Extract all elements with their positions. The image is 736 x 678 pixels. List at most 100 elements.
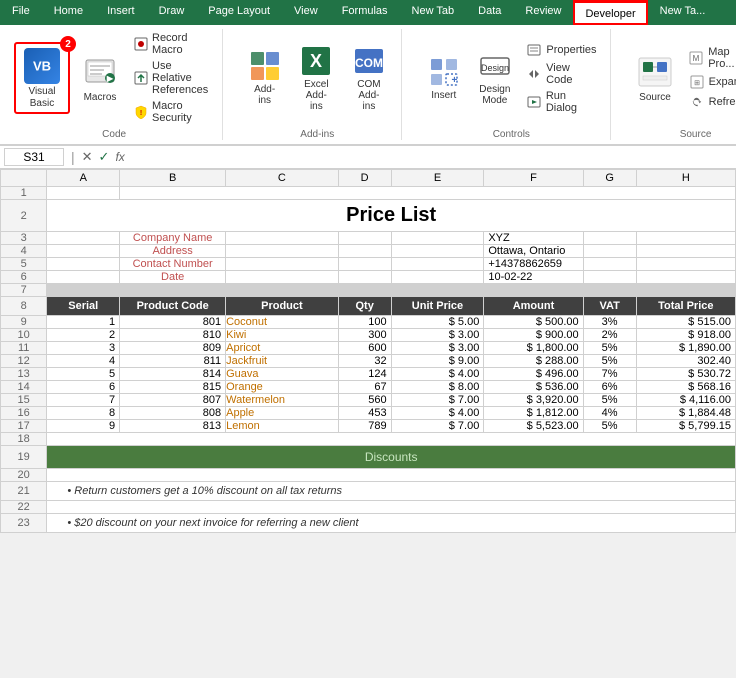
cell-product-1[interactable]: Coconut: [226, 316, 339, 329]
cell-total-7[interactable]: $ 4,116.00: [636, 394, 735, 407]
cell-total-3[interactable]: $ 1,890.00: [636, 342, 735, 355]
cell-code-6[interactable]: 815: [120, 381, 226, 394]
cell-c5[interactable]: [226, 258, 339, 271]
header-amount[interactable]: Amount: [484, 297, 583, 316]
cell-e6[interactable]: [391, 271, 484, 284]
col-header-f[interactable]: F: [484, 170, 583, 187]
cell-reference[interactable]: [4, 148, 64, 166]
cell-g6[interactable]: [583, 271, 636, 284]
row-7-cells[interactable]: [47, 284, 736, 297]
col-header-c[interactable]: C: [226, 170, 339, 187]
cell-amount-7[interactable]: $ 3,920.00: [484, 394, 583, 407]
macros-button[interactable]: ▶ Macros: [74, 50, 126, 106]
cell-serial-4[interactable]: 4: [47, 355, 120, 368]
col-header-d[interactable]: D: [338, 170, 391, 187]
cell-a4[interactable]: [47, 245, 120, 258]
tab-draw[interactable]: Draw: [147, 0, 197, 25]
cell-d5[interactable]: [338, 258, 391, 271]
row-22-cells[interactable]: [47, 501, 736, 514]
date-value[interactable]: 10-02-22: [484, 271, 583, 284]
cell-price-1[interactable]: $ 5.00: [391, 316, 484, 329]
cell-product-2[interactable]: Kiwi: [226, 329, 339, 342]
col-header-e[interactable]: E: [391, 170, 484, 187]
tab-review[interactable]: Review: [513, 0, 573, 25]
com-addins-button[interactable]: COM COMAdd-ins: [345, 41, 394, 116]
cell-vat-4[interactable]: 5%: [583, 355, 636, 368]
fx-icon[interactable]: fx: [115, 150, 124, 164]
cell-code-8[interactable]: 808: [120, 407, 226, 420]
col-header-g[interactable]: G: [583, 170, 636, 187]
cell-total-4[interactable]: 302.40: [636, 355, 735, 368]
use-relative-button[interactable]: Use Relative References: [130, 59, 214, 97]
cell-price-6[interactable]: $ 8.00: [391, 381, 484, 394]
cell-vat-6[interactable]: 6%: [583, 381, 636, 394]
cell-total-5[interactable]: $ 530.72: [636, 368, 735, 381]
col-header-h[interactable]: H: [636, 170, 735, 187]
cell-code-3[interactable]: 809: [120, 342, 226, 355]
cell-code-9[interactable]: 813: [120, 420, 226, 433]
cell-d3[interactable]: [338, 232, 391, 245]
cell-price-8[interactable]: $ 4.00: [391, 407, 484, 420]
header-total[interactable]: Total Price: [636, 297, 735, 316]
cell-vat-5[interactable]: 7%: [583, 368, 636, 381]
cell-serial-6[interactable]: 6: [47, 381, 120, 394]
source-button[interactable]: Source: [629, 50, 680, 107]
cell-serial-5[interactable]: 5: [47, 368, 120, 381]
cell-e4[interactable]: [391, 245, 484, 258]
contact-value[interactable]: +14378862659: [484, 258, 583, 271]
run-dialog-button[interactable]: Run Dialog: [522, 89, 602, 115]
company-name-value[interactable]: XYZ: [484, 232, 583, 245]
addins-button[interactable]: Add-ins: [241, 46, 288, 110]
header-serial[interactable]: Serial: [47, 297, 120, 316]
cell-vat-1[interactable]: 3%: [583, 316, 636, 329]
cell-amount-5[interactable]: $ 496.00: [484, 368, 583, 381]
cell-serial-2[interactable]: 2: [47, 329, 120, 342]
cell-vat-7[interactable]: 5%: [583, 394, 636, 407]
cell-g5[interactable]: [583, 258, 636, 271]
contact-label[interactable]: Contact Number: [120, 258, 226, 271]
cell-price-7[interactable]: $ 7.00: [391, 394, 484, 407]
cell-total-9[interactable]: $ 5,799.15: [636, 420, 735, 433]
title-cell[interactable]: Price List: [47, 200, 736, 232]
cell-total-8[interactable]: $ 1,884.48: [636, 407, 735, 420]
col-header-b[interactable]: B: [120, 170, 226, 187]
confirm-icon[interactable]: ✓: [99, 149, 110, 165]
tab-formulas[interactable]: Formulas: [330, 0, 400, 25]
tab-insert[interactable]: Insert: [95, 0, 147, 25]
cell-serial-7[interactable]: 7: [47, 394, 120, 407]
tab-file[interactable]: File: [0, 0, 42, 25]
cell-h3[interactable]: [636, 232, 735, 245]
design-mode-button[interactable]: Design DesignMode: [471, 46, 518, 110]
cell-b1[interactable]: [120, 187, 736, 200]
cell-serial-8[interactable]: 8: [47, 407, 120, 420]
cell-e3[interactable]: [391, 232, 484, 245]
cell-qty-9[interactable]: 789: [338, 420, 391, 433]
cell-product-6[interactable]: Orange: [226, 381, 339, 394]
excel-addins-button[interactable]: X ExcelAdd-ins: [292, 41, 341, 116]
cell-a3[interactable]: [47, 232, 120, 245]
tab-new-ta[interactable]: New Ta...: [648, 0, 718, 25]
tab-page-layout[interactable]: Page Layout: [196, 0, 282, 25]
row-18-cells[interactable]: [47, 433, 736, 446]
address-value[interactable]: Ottawa, Ontario: [484, 245, 583, 258]
cell-d6[interactable]: [338, 271, 391, 284]
refresh-button[interactable]: Refresh: [685, 93, 736, 111]
tab-new-tab[interactable]: New Tab: [400, 0, 467, 25]
macro-security-button[interactable]: ! Macro Security: [130, 99, 214, 125]
cell-amount-3[interactable]: $ 1,800.00: [484, 342, 583, 355]
cell-serial-1[interactable]: 1: [47, 316, 120, 329]
cell-h6[interactable]: [636, 271, 735, 284]
cell-serial-3[interactable]: 3: [47, 342, 120, 355]
cancel-icon[interactable]: ✕: [82, 149, 93, 165]
cell-product-5[interactable]: Guava: [226, 368, 339, 381]
cell-amount-6[interactable]: $ 536.00: [484, 381, 583, 394]
formula-input[interactable]: [135, 149, 732, 165]
cell-c6[interactable]: [226, 271, 339, 284]
cell-product-4[interactable]: Jackfruit: [226, 355, 339, 368]
cell-price-3[interactable]: $ 3.00: [391, 342, 484, 355]
cell-vat-8[interactable]: 4%: [583, 407, 636, 420]
cell-code-4[interactable]: 811: [120, 355, 226, 368]
tab-view[interactable]: View: [282, 0, 330, 25]
cell-g3[interactable]: [583, 232, 636, 245]
properties-button[interactable]: Properties: [522, 41, 602, 59]
